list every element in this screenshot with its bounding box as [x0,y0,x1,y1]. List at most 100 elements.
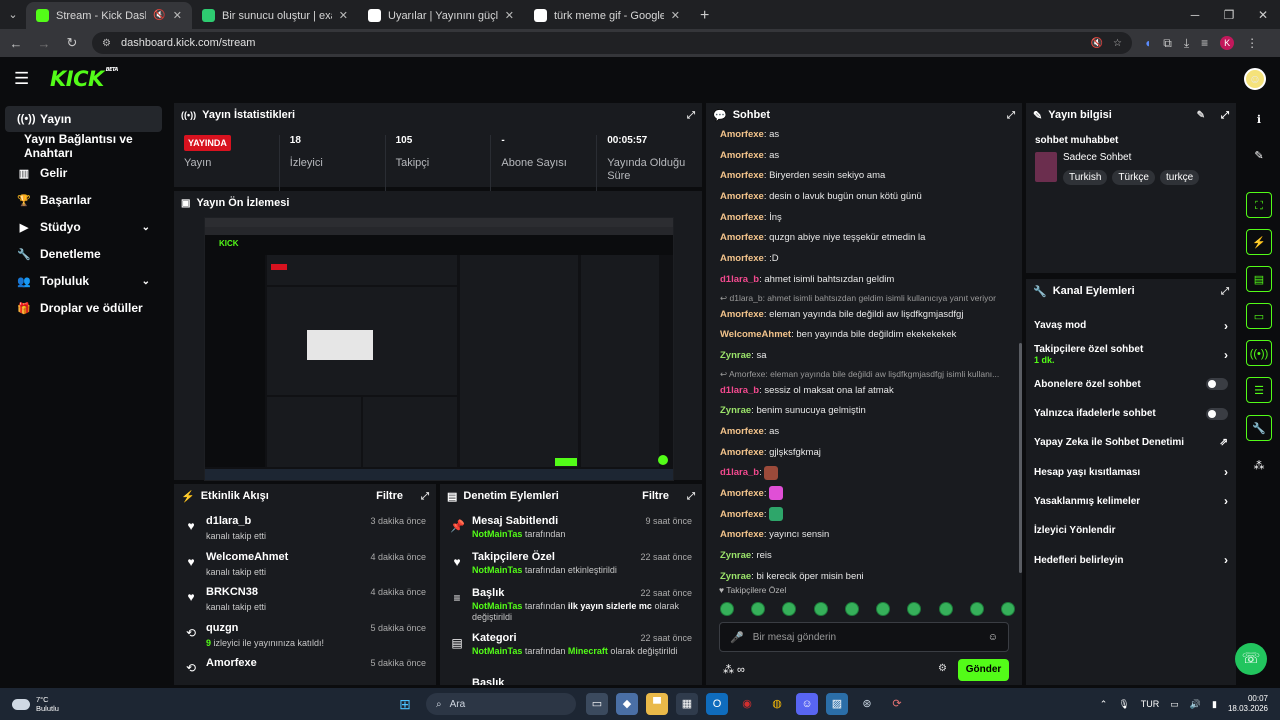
chat-message[interactable]: Amorfexe: desin o lavuk bugün onun kötü … [720,187,1010,208]
chat-username[interactable]: Zynrae [720,350,751,361]
discord-icon[interactable]: ☺ [796,693,818,715]
popout-icon[interactable]: ⤢ [687,110,695,121]
widgets-icon[interactable]: ◆ [616,693,638,715]
chat-message[interactable]: d1lara_b: [720,463,1010,484]
chat-message[interactable]: Amorfexe: as [720,146,1010,167]
tab-close-icon[interactable]: ✕ [505,9,514,22]
sidebar-item[interactable]: Yayın Bağlantısı ve Anahtarı [5,132,162,160]
popout-icon[interactable]: ⤢ [1221,286,1229,297]
new-tab-button[interactable]: + [690,2,719,29]
emote-button[interactable] [782,602,797,616]
chat-input[interactable]: 🎤 Bir mesaj gönderin ☺ [719,622,1009,652]
chrome-icon[interactable]: ◍ [766,693,788,715]
activity-item[interactable]: ♥ BRKCN38 kanalı takip etti 4 dakika önce [174,583,436,619]
minimize-icon[interactable]: ─ [1178,8,1212,22]
modlog-item[interactable]: ≡ Başlık NotMainTas tarafından ilk yayın s… [440,584,702,629]
chat-username[interactable]: Amorfexe [720,426,764,437]
chat-message[interactable]: d1lara_b: ahmet isimli bahtsızdan geldim [720,270,1010,291]
emote-button[interactable] [813,602,828,616]
tab-close-icon[interactable]: ✕ [339,9,348,22]
sidebar-item[interactable]: 🎁 Droplar ve ödüller [5,295,162,321]
chat-message[interactable]: Amorfexe: quzgn abiye niye teşşekür etme… [720,228,1010,249]
stream-preview-video[interactable]: KICK [204,217,674,481]
chat-message[interactable]: Amorfexe: :D [720,249,1010,270]
weather-widget[interactable]: 7°C Bulutlu [0,695,390,713]
channel-action-row[interactable]: Yavaş mod › [1026,311,1236,340]
download-icon[interactable]: ⤓ [1184,36,1189,51]
help-chat-icon[interactable]: ☏ [1235,643,1267,675]
chat-message[interactable]: Zynrae: benim sunucuya gelmiştin [720,401,1010,422]
channel-action-row[interactable]: Yalnızca ifadelerle sohbet [1026,399,1236,428]
stream-tag[interactable]: Turkish [1063,170,1108,185]
reading-list-icon[interactable]: ≡ [1201,36,1208,50]
chat-username[interactable]: d1lara_b [720,467,759,478]
popout-icon[interactable]: ⤢ [421,491,429,502]
browser-tab[interactable]: Bir sunucu oluştur | exaroton | C ✕ [192,2,358,29]
edit-pencil-icon[interactable]: ✎ [1246,143,1272,169]
channel-action-row[interactable]: Yapay Zeka ile Sohbet Denetimi ⇗ [1026,428,1236,457]
info-icon[interactable]: ℹ [1246,107,1272,133]
chat-username[interactable]: Amorfexe [720,191,764,202]
chat-username[interactable]: d1lara_b [720,274,759,285]
browser-menu-icon[interactable]: ⋮ [1246,36,1258,50]
site-info-icon[interactable]: ⚙ [102,38,111,49]
hamburger-menu-icon[interactable]: ☰ [14,69,36,89]
browser-tab[interactable]: türk meme gif - Google'da Ara ✕ [524,2,690,29]
chat-bubble-icon[interactable]: ▭ [1246,303,1272,329]
stream-tag[interactable]: Türkçe [1112,170,1155,185]
back-icon[interactable]: ← [8,36,24,51]
popout-icon[interactable]: ⤢ [1007,110,1015,121]
toggle-switch[interactable] [1206,407,1228,420]
chat-username[interactable]: Amorfexe [720,447,764,458]
tray-chevron-icon[interactable]: ⌃ [1100,699,1108,710]
popout-icon[interactable]: ⤢ [687,491,695,502]
chat-message[interactable]: Amorfexe: as [720,125,1010,146]
emote-button[interactable] [720,602,734,616]
steam-icon[interactable]: ⊛ [856,693,878,715]
chat-username[interactable]: Amorfexe [720,309,764,320]
activity-item[interactable]: ⟲ Amorfexe 5 dakika önce [174,654,436,685]
emote-button[interactable] [751,602,766,616]
chat-username[interactable]: Amorfexe [720,509,764,520]
chat-message[interactable]: Amorfexe: [720,484,1010,505]
activity-item[interactable]: ♥ WelcomeAhmet kanalı takip etti 4 dakika ö… [174,548,436,584]
lightning-icon[interactable]: ⚡ [1246,229,1272,255]
file-explorer-icon[interactable]: ▀ [646,693,668,715]
sidebar-item[interactable]: ▥ Gelir [5,160,162,186]
sidebar-item[interactable]: ((•)) Yayın [5,106,162,132]
chat-message[interactable]: d1lara_b: sessiz ol maksat ona laf atmak [720,381,1010,402]
kick-logo[interactable]: KICK BETA [50,67,118,91]
chat-username[interactable]: Amorfexe [720,150,764,161]
taskbar-search[interactable]: ⌕ Ara [426,693,576,715]
emote-button[interactable] [1000,602,1015,616]
notes-icon[interactable]: ▤ [1246,266,1272,292]
wrench-icon[interactable]: 🔧 [1246,415,1272,441]
document-icon[interactable]: ☰ [1246,377,1272,403]
modlog-item[interactable]: ♥ Takipçilere Özel NotMainTas tarafından e… [440,548,702,584]
chat-username[interactable]: Amorfexe [720,529,764,540]
reload-icon[interactable]: ↻ [64,35,80,51]
chat-username[interactable]: Amorfexe [720,253,764,264]
channel-action-row[interactable]: Yasaklanmış kelimeler › [1026,487,1236,516]
chat-message[interactable]: Amorfexe: as [720,422,1010,443]
close-window-icon[interactable]: ✕ [1246,8,1280,22]
emote-button[interactable] [876,602,891,616]
moderator-name[interactable]: NotMainTas [472,529,522,539]
modlog-item[interactable]: ≡ Başlık [440,674,702,685]
modlog-filter-button[interactable]: Filtre [642,490,669,502]
toggle-switch[interactable] [1206,378,1228,391]
extension-icon[interactable]: ◖ [1144,36,1151,50]
sidebar-item[interactable]: 🔧 Denetleme [5,241,162,267]
sidebar-item[interactable]: 👥 Topluluk ⌄ [5,268,162,294]
chat-message[interactable]: Amorfexe: yayıncı sensin [720,525,1010,546]
moderator-name[interactable]: NotMainTas [472,601,522,611]
category-link[interactable]: Minecraft [568,646,608,656]
chat-message[interactable]: Amorfexe: eleman yayında bile değildi aw… [720,305,1010,326]
modlog-item[interactable]: 📌 Mesaj Sabitlendi NotMainTas tarafından 9 … [440,512,702,548]
chat-username[interactable]: WelcomeAhmet [720,329,791,340]
outlook-icon[interactable]: O [706,693,728,715]
language-indicator[interactable]: TUR [1141,699,1160,709]
forward-icon[interactable]: → [36,36,52,51]
stream-tag[interactable]: turkçe [1159,170,1200,185]
chat-message[interactable]: WelcomeAhmet: ben yayında bile değildim … [720,325,1010,346]
